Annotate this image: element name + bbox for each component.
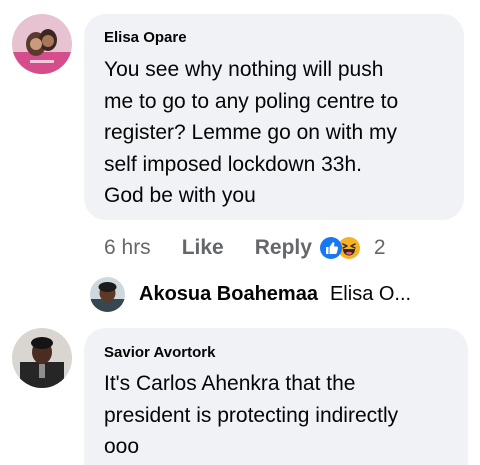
reactions[interactable]: 2 [319,236,386,260]
comment-timestamp[interactable]: 6 hrs [104,236,151,260]
avatar [90,276,125,312]
reaction-count: 2 [373,236,386,259]
comment-author[interactable]: Savior Avortork [104,344,215,361]
reply-author[interactable]: Akosua Boahemaa [139,283,318,306]
like-button[interactable]: Like [182,236,224,260]
comment-text-line: self imposed lockdown 33h. [104,152,362,176]
comment-text: It's Carlos Ahenkra that the president i… [104,368,398,463]
comment-text-line: me to go to any poling centre to [104,89,399,113]
reply-button[interactable]: Reply [255,236,312,260]
comment-text: You see why nothing will push me to go t… [104,54,398,212]
reply-snippet: Elisa O... [329,282,412,305]
comment-author[interactable]: Elisa Opare [104,29,187,46]
avatar[interactable] [12,14,72,74]
comment-text-line: president is protecting indirectly [104,403,399,427]
comment-actions: 6 hrs Like Reply 2 [104,233,424,263]
comment-bubble: Elisa Opare You see why nothing will pus… [84,14,464,220]
comment-text-line: ooo [104,435,140,458]
avatar[interactable] [12,328,72,388]
comment-text-line: You see why nothing will push [104,58,384,81]
comment-text-line: register? Lemme go on with my [104,121,397,144]
comment-text-line: God be with you [104,184,256,207]
comment-bubble: Savior Avortork It's Carlos Ahenkra that… [84,328,468,465]
like-reaction-icon [319,237,342,259]
comment-text-line: It's Carlos Ahenkra that the [104,372,356,395]
reply-preview[interactable]: Akosua Boahemaa Elisa O... [90,276,411,312]
